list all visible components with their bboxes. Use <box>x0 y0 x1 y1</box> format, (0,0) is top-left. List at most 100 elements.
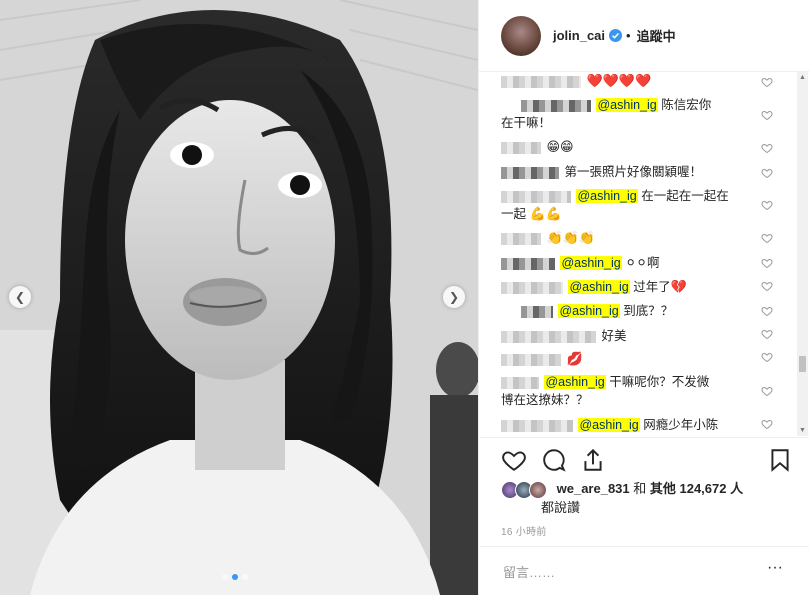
comment-text: 到底？？ <box>619 304 674 318</box>
heart-icon[interactable] <box>761 109 773 121</box>
liker-username[interactable]: we_are_831 <box>557 481 630 496</box>
comment-emoji: ⚪⚪ <box>625 255 648 270</box>
previous-photo-button[interactable]: ❮ <box>9 286 31 308</box>
username-link[interactable]: jolin_cai <box>553 28 605 43</box>
comment-text: 好美 <box>601 329 627 343</box>
comment-item: ❤️❤️❤️❤️ <box>501 72 771 90</box>
comment-text: 啊 <box>647 256 660 270</box>
comment-item: 💋 <box>501 350 771 368</box>
comment-item: 第一張照片好像關穎喔！ <box>501 163 771 181</box>
bookmark-icon[interactable] <box>767 447 793 473</box>
mention-link[interactable]: @ashin_ig <box>544 375 606 389</box>
mention-link[interactable]: @ashin_ig <box>576 189 638 203</box>
action-bar <box>479 437 809 480</box>
comment-item: @ashin_ig 在一起在一起在 一起 💪💪 <box>501 187 771 223</box>
mention-link[interactable]: @ashin_ig <box>596 98 658 112</box>
comment-text: 第一張照片好像關穎喔！ <box>564 165 702 179</box>
comment-text-cont: 在干嘛！ <box>501 116 552 130</box>
likes-summary: we_are_831 和 其他 124,672 人 都說讚 <box>501 480 791 517</box>
comment-icon[interactable] <box>541 447 567 473</box>
add-comment-input[interactable] <box>501 559 755 585</box>
heart-icon[interactable] <box>761 142 773 154</box>
heart-icon[interactable] <box>761 351 773 363</box>
blurred-username <box>501 376 539 389</box>
others-liked-link[interactable]: 其他 124,672 人 <box>650 481 743 496</box>
post-header: jolin_cai • 追蹤中 <box>479 0 809 72</box>
likes-connector: 和 <box>629 481 650 496</box>
selfie-image <box>0 0 478 595</box>
post-side-panel: jolin_cai • 追蹤中 ❤️❤️❤️❤️ @ashin_ig 陈信宏你 … <box>478 0 809 595</box>
blurred-username <box>501 257 555 270</box>
blurred-username <box>501 166 559 179</box>
chevron-left-icon: ❮ <box>14 290 26 304</box>
blurred-username <box>521 99 591 112</box>
post-timestamp[interactable]: 16 小時前 <box>501 523 547 538</box>
heart-icon[interactable] <box>761 199 773 211</box>
comment-emoji: 💋 <box>566 351 583 366</box>
blurred-username <box>501 353 561 366</box>
comment-scrollbar[interactable]: ▲ ▼ <box>797 72 808 436</box>
heart-icon[interactable] <box>761 418 773 430</box>
blurred-username <box>521 305 553 318</box>
comment-text: 过年了 <box>629 280 671 294</box>
following-button[interactable]: 追蹤中 <box>637 26 676 45</box>
comment-item: @ashin_ig 到底？？ <box>501 302 771 320</box>
heart-icon[interactable] <box>761 280 773 292</box>
heart-icon[interactable] <box>761 328 773 340</box>
mention-link[interactable]: @ashin_ig <box>560 256 622 270</box>
post-photo[interactable]: ❮ ❯ <box>0 0 478 595</box>
mention-link[interactable]: @ashin_ig <box>578 418 640 432</box>
heart-icon[interactable] <box>761 385 773 397</box>
mention-link[interactable]: @ashin_ig <box>558 304 620 318</box>
comment-text: 网瘾少年小陈 <box>639 418 719 432</box>
next-photo-button[interactable]: ❯ <box>443 286 465 308</box>
avatar[interactable] <box>501 15 541 56</box>
share-icon[interactable] <box>580 447 606 473</box>
heart-icon[interactable] <box>761 167 773 179</box>
comment-emoji: ❤️❤️❤️❤️ <box>586 73 652 88</box>
blurred-username <box>501 281 563 294</box>
comment-item: @ashin_ig 过年了💔 <box>501 278 771 296</box>
heart-icon[interactable] <box>501 447 527 473</box>
comment-list[interactable]: ❤️❤️❤️❤️ @ashin_ig 陈信宏你 在干嘛！ 😁😁 第一張照片好像關… <box>479 72 795 437</box>
comment-item: 好美 <box>501 327 771 345</box>
comment-item: @ashin_ig 陈信宏你 在干嘛！ <box>501 96 771 132</box>
scroll-up-arrow[interactable]: ▲ <box>797 72 808 83</box>
carousel-dot <box>222 574 228 580</box>
verified-badge-icon <box>609 29 623 42</box>
comment-text: 在一起在一起在 <box>637 189 729 203</box>
heart-icon[interactable] <box>761 76 773 88</box>
blurred-username <box>501 330 596 343</box>
header-separator: • <box>626 28 631 43</box>
carousel-dot <box>242 574 248 580</box>
comment-text-cont: 博在这撩妹？？ <box>501 393 589 407</box>
blurred-username <box>501 75 581 88</box>
scrollbar-thumb[interactable] <box>799 356 806 372</box>
carousel-dot-active <box>232 574 238 580</box>
comment-emoji: 💪💪 <box>529 206 562 221</box>
comment-text-cont: 一起 <box>501 207 527 221</box>
likes-suffix: 都說讚 <box>541 499 581 515</box>
comment-text: 干嘛呢你？不发微 <box>605 375 710 389</box>
carousel-dots <box>222 574 248 580</box>
post-dialog: ❮ ❯ jolin_cai • 追蹤中 ❤️❤️❤️❤️ @ashin_ig 陈… <box>0 0 809 595</box>
blurred-username <box>501 419 573 432</box>
heart-icon[interactable] <box>761 305 773 317</box>
blurred-username <box>501 232 541 245</box>
chevron-right-icon: ❯ <box>448 290 460 304</box>
heart-icon[interactable] <box>761 257 773 269</box>
comment-emoji: 💔 <box>670 279 687 294</box>
mention-link[interactable]: @ashin_ig <box>568 280 630 294</box>
heart-icon[interactable] <box>761 232 773 244</box>
blurred-username <box>501 141 541 154</box>
comment-item: 👏👏👏 <box>501 229 771 247</box>
add-comment-bar: ··· <box>479 546 809 596</box>
comment-text: 陈信宏你 <box>657 98 712 112</box>
comment-item: 😁😁 <box>501 138 771 156</box>
comment-emoji: 👏👏👏 <box>546 230 596 245</box>
comment-item: @ashin_ig 网瘾少年小陈 <box>501 416 771 434</box>
more-options-button[interactable]: ··· <box>767 559 783 577</box>
scroll-down-arrow[interactable]: ▼ <box>797 425 808 436</box>
comment-emoji: 😁😁 <box>546 139 574 154</box>
liker-avatar[interactable] <box>529 480 547 499</box>
